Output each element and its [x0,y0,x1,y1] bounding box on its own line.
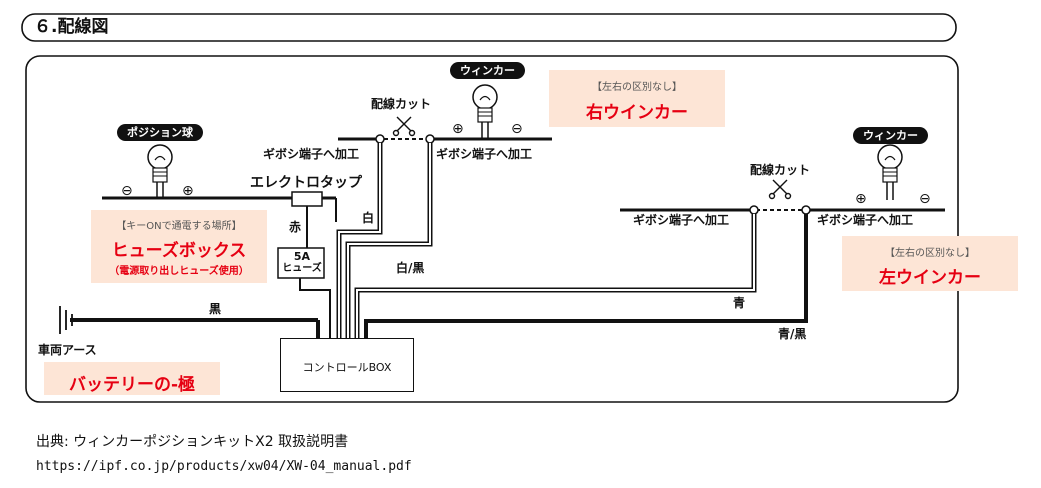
blue-black-wire-label: 青/黒 [778,327,807,341]
red-wire-label: 赤 [289,220,302,234]
right-winker-note-small: 【左右の区別なし】 [592,82,682,93]
control-box-label: コントロールBOX [302,361,392,374]
left-winker-minus: ⊖ [919,191,931,207]
fuse-box-note-small: 【キーONで通電する場所】 [116,221,242,232]
control-box: コントロールBOX [280,338,414,392]
gibosi-label-3: ギボシ端子へ加工 [633,213,730,227]
position-bulb-icon [147,144,173,198]
cut-terminal-right [425,134,435,144]
fuse-rating: 5A [293,250,311,263]
cut-terminal-left [375,134,385,144]
scissors-icon-right [768,179,792,200]
gibosi-label-1: ギボシ端子へ加工 [263,147,360,161]
left-winker-note-small: 【左右の区別なし】 [885,248,975,259]
white-black-wire-label: 白/黒 [396,261,425,275]
white-wire-label: 白 [362,211,375,225]
left-winker-plus: ⊕ [855,191,867,207]
cut-terminal-left-2 [749,205,759,215]
right-winker-plus: ⊕ [452,121,464,137]
cut-terminal-right-2 [801,205,811,215]
fuse-label: ヒューズ [282,263,322,274]
battery-note-title: バッテリーの-極 [68,375,196,395]
source-credit: 出典: ウィンカーポジションキットX2 取扱説明書 [36,434,349,450]
left-winker-note: 【左右の区別なし】 左ウインカー [842,236,1018,291]
scissors-icon-center [392,116,416,137]
cut-label-right: 配線カット [750,163,811,177]
position-plus: ⊕ [182,183,194,199]
blue-wire-label: 青 [733,296,746,310]
right-winker-minus: ⊖ [511,121,523,137]
ground-label: 車両アース [38,343,97,357]
fuse-box-note-sub: （電源取り出しヒューズ使用） [109,266,249,277]
electro-tap-label: エレクトロタップ [250,175,362,191]
right-winker-bulb-icon [472,84,498,138]
left-winker-note-title: 左ウインカー [879,268,981,288]
right-winker-note-title: 右ウインカー [586,103,688,123]
gibosi-label-2: ギボシ端子へ加工 [436,147,533,161]
right-winker-note: 【左右の区別なし】 右ウインカー [549,70,725,127]
source-url[interactable]: https://ipf.co.jp/products/xw04/XW-04_ma… [36,459,412,474]
electro-tap-icon [291,191,323,207]
section-title: ６.配線図 [34,17,109,37]
right-winker-pill: ウィンカー [450,62,525,79]
gibosi-label-4: ギボシ端子へ加工 [817,213,914,227]
left-winker-pill: ウィンカー [853,127,928,144]
left-winker-bulb-icon [877,144,903,200]
battery-note: バッテリーの-極 [44,362,220,395]
wiring-diagram-page: ６.配線図 ポジション球 ウィンカー ウィンカー ⊖ ⊕ ⊕ ⊖ ⊕ ⊖ 配線カ… [0,0,1041,488]
fuse-box-note: 【キーONで通電する場所】 ヒューズボックス （電源取り出しヒューズ使用） [91,210,267,283]
position-bulb-pill: ポジション球 [117,124,203,141]
cut-label-center: 配線カット [371,97,432,111]
fuse-box-note-title: ヒューズボックス [111,241,247,261]
section-title-frame [21,13,957,42]
black-wire-label: 黒 [209,302,222,316]
position-minus: ⊖ [121,183,133,199]
